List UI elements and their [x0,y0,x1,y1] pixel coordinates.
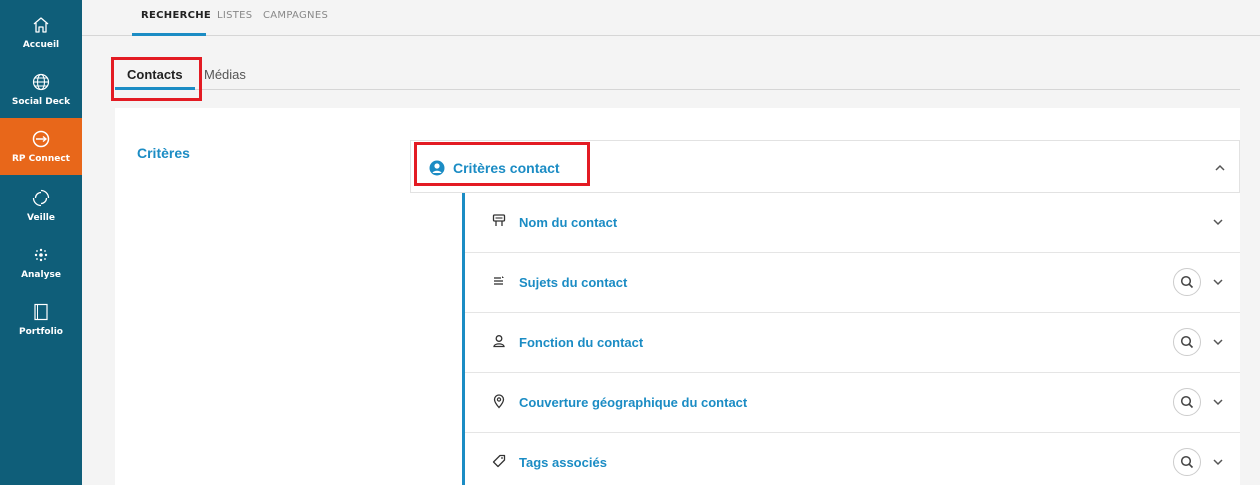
nav-item-accueil[interactable]: Accueil [0,4,82,61]
tab-medias[interactable]: Médias [204,67,246,82]
home-icon [30,14,52,36]
criteria-row-label: Fonction du contact [519,335,644,350]
nav-label: Portfolio [19,327,63,337]
criteria-row-couverture[interactable]: Couverture géographique du contact [465,373,1240,433]
list-icon [491,273,507,289]
criteria-row-sujets[interactable]: Sujets du contact [465,253,1240,313]
chevron-down-icon[interactable] [1211,275,1225,289]
sub-tabs: Contacts Médias [115,56,1240,90]
search-button[interactable] [1173,388,1201,416]
criteria-row-label: Nom du contact [519,215,618,230]
chevron-up-icon[interactable] [1213,161,1227,175]
chevron-down-icon[interactable] [1211,395,1225,409]
globe-icon [30,71,52,93]
search-icon [1180,455,1194,469]
search-icon [1180,275,1194,289]
scatter-icon [30,244,52,266]
chevron-down-icon[interactable] [1211,455,1225,469]
criteria-label: Critères [137,145,190,161]
nav-label: Accueil [22,40,60,50]
portfolio-icon [30,301,52,323]
criteria-sub-list: Nom du contact Sujets du contact Fonctio… [462,193,1240,485]
active-subtab-indicator [115,87,195,90]
active-tab-indicator [132,33,206,36]
section-title: Critères contact [453,160,560,176]
nav-item-analyse[interactable]: Analyse [0,234,82,291]
nav-label: Veille [27,213,55,223]
nav-label: Social Deck [11,97,71,107]
chevron-down-icon[interactable] [1211,215,1225,229]
criteria-row-nom[interactable]: Nom du contact [465,193,1240,253]
nav-item-portfolio[interactable]: Portfolio [0,291,82,348]
criteria-row-fonction[interactable]: Fonction du contact [465,313,1240,373]
criteria-row-label: Couverture géographique du contact [519,395,748,410]
nav-label: RP Connect [11,154,70,164]
chevron-down-icon[interactable] [1211,335,1225,349]
contact-card-icon [491,213,507,229]
criteria-row-label: Sujets du contact [519,275,628,290]
tab-recherche[interactable]: RECHERCHE [141,10,211,21]
nav-item-social-deck[interactable]: Social Deck [0,61,82,118]
user-circle-icon [429,160,445,181]
criteria-panel: Critères Critères contact Nom du contact [115,108,1240,485]
search-button[interactable] [1173,448,1201,476]
top-tabs: RECHERCHE LISTES CAMPAGNES [82,0,1260,36]
search-icon [1180,395,1194,409]
tab-campagnes[interactable]: CAMPAGNES [263,10,328,21]
tab-contacts[interactable]: Contacts [127,67,183,82]
tag-icon [491,453,507,469]
nav-item-rp-connect[interactable]: RP Connect [0,118,82,175]
search-button[interactable] [1173,328,1201,356]
nav-item-veille[interactable]: Veille [0,177,82,234]
sidebar: Accueil Social Deck RP Connect Veille An… [0,0,82,485]
location-pin-icon [491,393,507,409]
nav-label: Analyse [21,270,61,280]
criteria-row-label: Tags associés [519,455,607,470]
search-button[interactable] [1173,268,1201,296]
rp-connect-icon [30,128,52,150]
criteria-row-tags[interactable]: Tags associés [465,433,1240,485]
person-icon [491,333,507,349]
refresh-icon [30,187,52,209]
search-icon [1180,335,1194,349]
section-header-criteres-contact[interactable]: Critères contact [410,140,1240,193]
tab-listes[interactable]: LISTES [217,10,252,21]
